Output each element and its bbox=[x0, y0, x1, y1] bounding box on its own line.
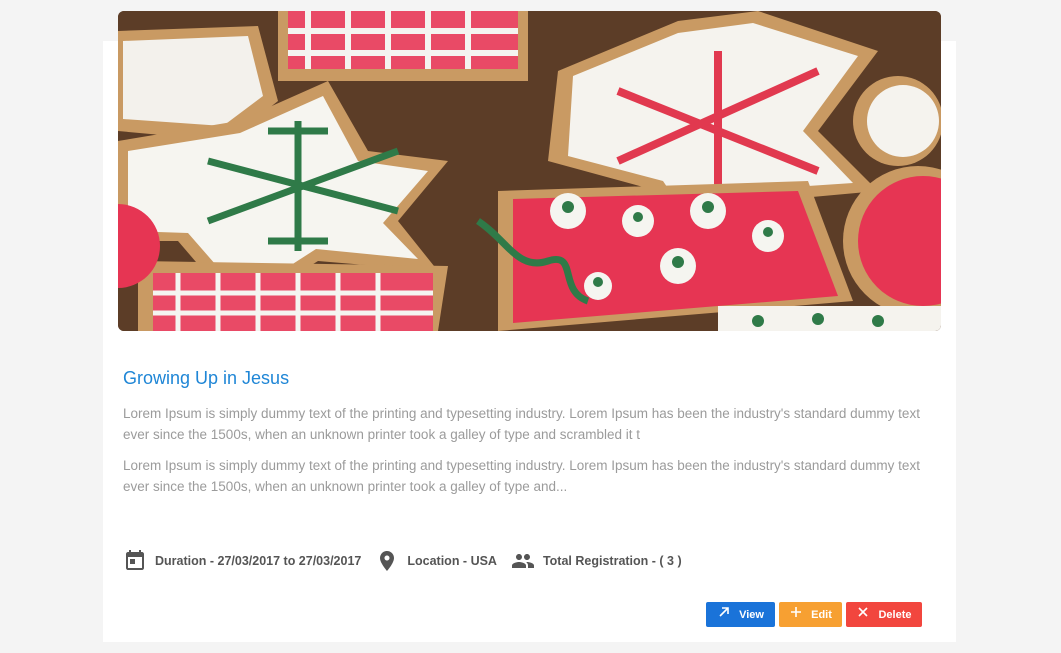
delete-button-label: Delete bbox=[878, 608, 912, 621]
event-title[interactable]: Growing Up in Jesus bbox=[123, 368, 289, 389]
close-icon bbox=[856, 605, 870, 619]
view-button[interactable]: View bbox=[706, 602, 775, 627]
registration-info: Total Registration - ( 3 ) bbox=[511, 549, 682, 573]
edit-button-label: Edit bbox=[811, 608, 832, 621]
calendar-icon bbox=[123, 549, 147, 573]
delete-button[interactable]: Delete bbox=[846, 602, 922, 627]
event-description: Lorem Ipsum is simply dummy text of the … bbox=[123, 406, 920, 442]
location-text: Location - USA bbox=[407, 554, 497, 568]
people-icon bbox=[511, 549, 535, 573]
view-button-label: View bbox=[739, 608, 764, 621]
location-pin-icon bbox=[375, 549, 399, 573]
plus-icon bbox=[789, 605, 803, 619]
event-description-secondary: Lorem Ipsum is simply dummy text of the … bbox=[123, 458, 920, 494]
location-info: Location - USA bbox=[375, 549, 497, 573]
event-meta: Duration - 27/03/2017 to 27/03/2017 Loca… bbox=[123, 549, 696, 573]
arrow-up-right-icon bbox=[717, 605, 731, 619]
duration-info: Duration - 27/03/2017 to 27/03/2017 bbox=[123, 549, 361, 573]
action-bar: View Edit Delete bbox=[706, 602, 922, 627]
duration-text: Duration - 27/03/2017 to 27/03/2017 bbox=[155, 554, 362, 568]
edit-button[interactable]: Edit bbox=[779, 602, 842, 627]
registration-text: Total Registration - ( 3 ) bbox=[542, 554, 682, 568]
event-image bbox=[118, 11, 941, 331]
